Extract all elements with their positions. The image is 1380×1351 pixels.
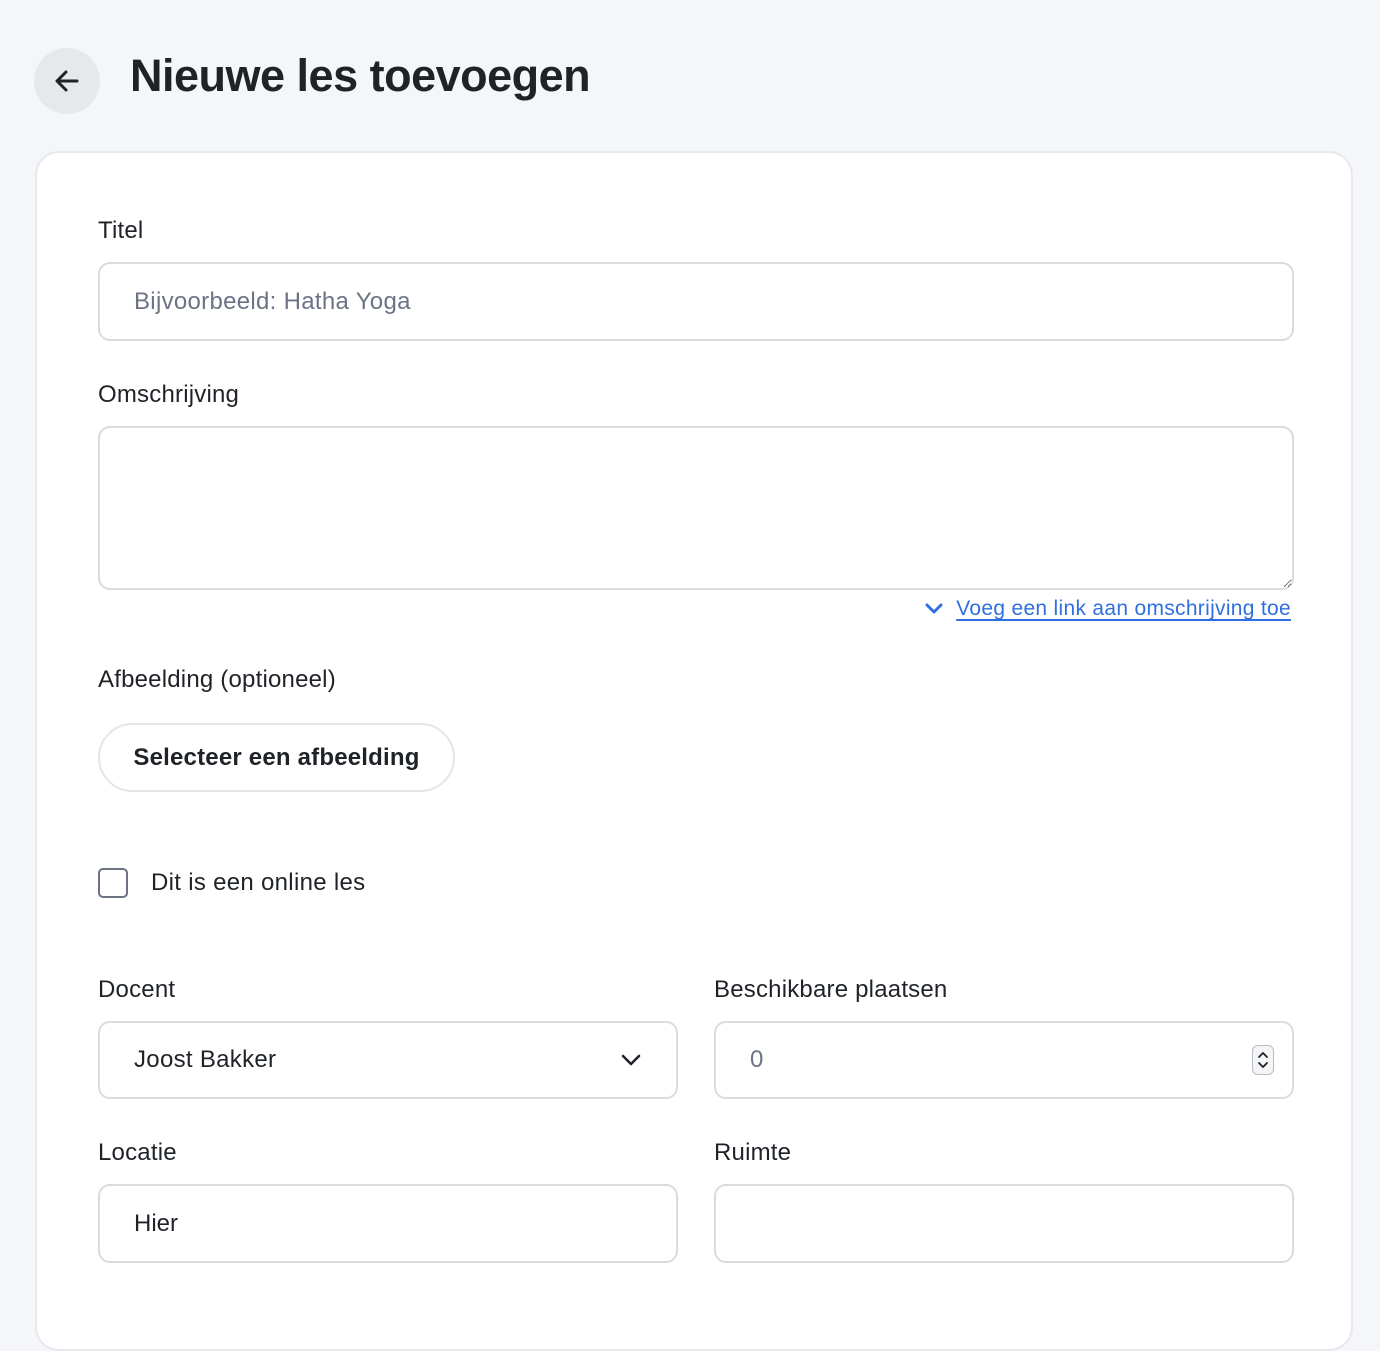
location-label: Locatie (98, 1139, 177, 1166)
capacity-value: 0 (750, 1046, 764, 1073)
online-checkbox-label[interactable]: Dit is een online les (151, 869, 365, 897)
image-label: Afbeelding (optioneel) (98, 666, 336, 693)
room-input[interactable] (714, 1184, 1294, 1263)
capacity-label: Beschikbare plaatsen (714, 976, 948, 1003)
back-button[interactable] (34, 48, 100, 114)
teacher-label: Docent (98, 976, 176, 1003)
chevron-down-icon (621, 1054, 641, 1066)
capacity-input[interactable]: 0 (714, 1021, 1294, 1099)
teacher-selected-value: Joost Bakker (134, 1046, 277, 1073)
teacher-select[interactable]: Joost Bakker (98, 1021, 678, 1099)
location-input[interactable] (98, 1184, 678, 1263)
title-input[interactable] (98, 262, 1294, 341)
description-textarea[interactable] (98, 426, 1294, 590)
page-header: Nieuwe les toevoegen (34, 48, 591, 114)
stepper-arrows-icon (1258, 1052, 1268, 1068)
select-image-button[interactable]: Selecteer een afbeelding (98, 723, 455, 792)
online-checkbox[interactable] (98, 868, 128, 898)
description-label: Omschrijving (98, 381, 240, 408)
form-card: Titel Omschrijving Voeg een link aan oms… (35, 151, 1353, 1351)
title-label: Titel (98, 217, 144, 244)
page-title: Nieuwe les toevoegen (130, 50, 591, 101)
room-label: Ruimte (714, 1139, 792, 1166)
number-stepper[interactable] (1252, 1045, 1274, 1075)
arrow-left-icon (55, 70, 79, 92)
add-link-toggle[interactable]: Voeg een link aan omschrijving toe (924, 597, 1291, 621)
add-link-link[interactable]: Voeg een link aan omschrijving toe (956, 597, 1291, 621)
chevron-down-icon (925, 603, 943, 614)
